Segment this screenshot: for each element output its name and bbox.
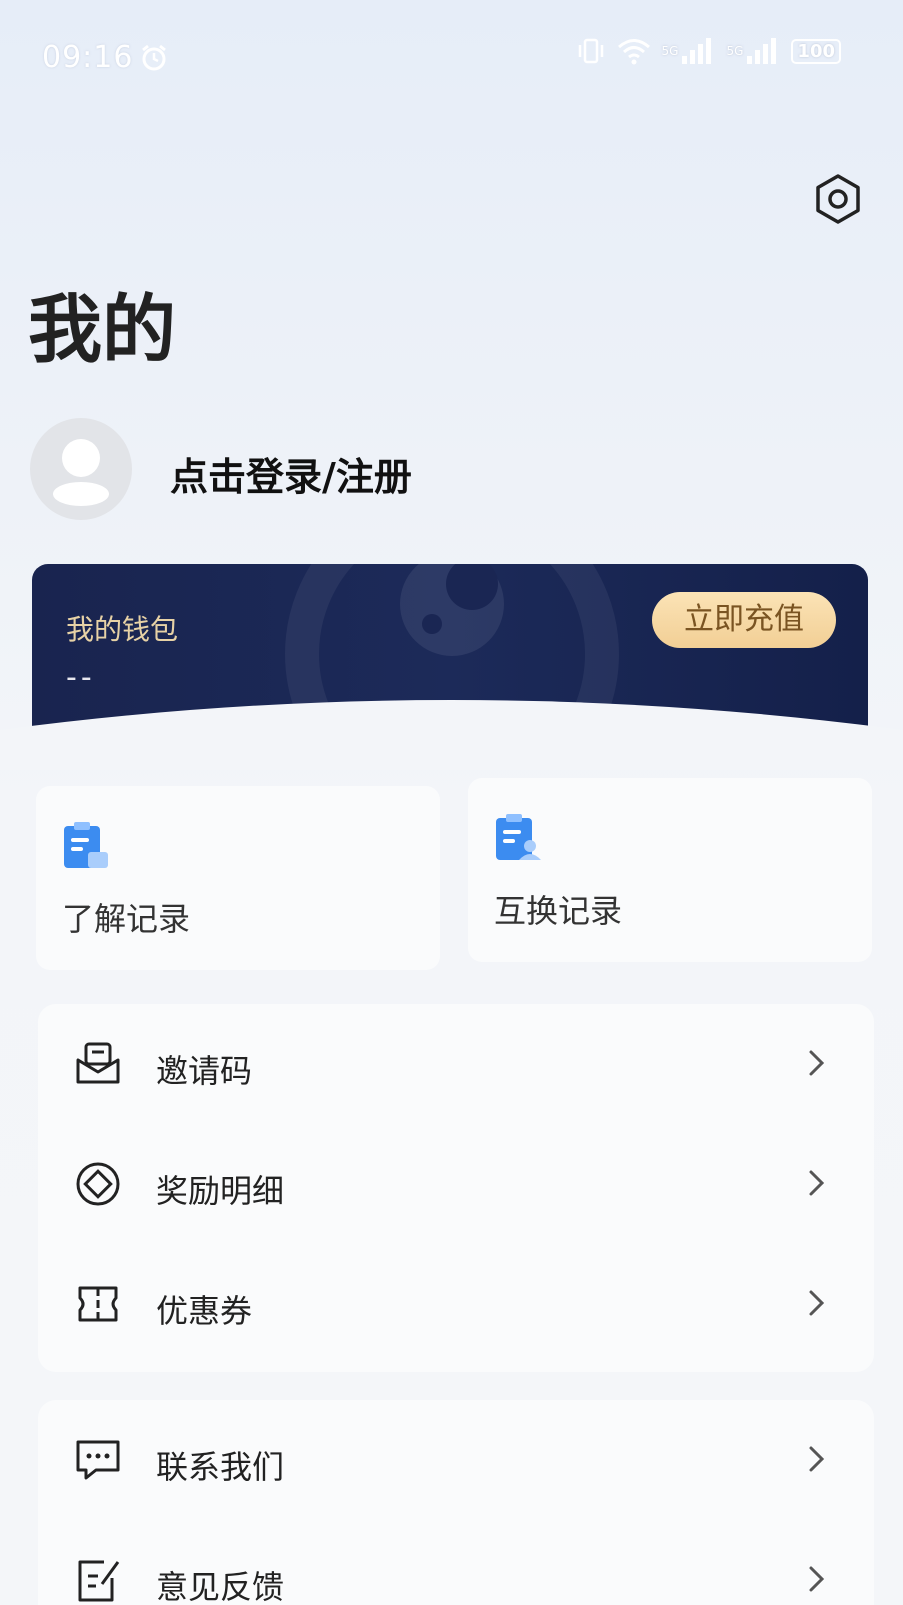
battery-icon: 100 xyxy=(791,38,841,64)
page-title: 我的 xyxy=(28,287,176,373)
ticket-icon xyxy=(78,1286,118,1322)
wifi-icon xyxy=(617,39,650,65)
mine-page: 09:16 5G 5G 100 我的 点击登录/注册 我的钱包 -- 立即充值 … xyxy=(0,0,903,1605)
list-item-label: 奖励明细 xyxy=(156,1172,285,1210)
user-placeholder-icon xyxy=(53,439,109,506)
chevron-right-icon xyxy=(809,1566,825,1592)
chevron-right-icon xyxy=(809,1050,825,1076)
settings-icon[interactable] xyxy=(812,173,864,225)
alarm-icon xyxy=(142,44,166,71)
signal-icon xyxy=(747,38,777,64)
list-item-label: 邀请码 xyxy=(156,1052,253,1090)
document-icon xyxy=(64,822,108,868)
menu-group-account: 邀请码 奖励明细 优惠券 xyxy=(38,1004,874,1372)
vibrate-icon xyxy=(578,38,603,64)
status-time: 09:16 xyxy=(42,40,134,75)
status-icons: 5G 5G 100 xyxy=(576,36,841,66)
exchange-records-card[interactable]: 互换记录 xyxy=(468,778,872,962)
recharge-button[interactable]: 立即充值 xyxy=(652,592,836,648)
list-item-contact-us[interactable]: 联系我们 xyxy=(38,1404,874,1524)
list-item-feedback[interactable]: 意见反馈 xyxy=(38,1524,874,1605)
chevron-right-icon xyxy=(809,1446,825,1472)
signal-icon xyxy=(682,38,712,64)
edit-icon xyxy=(78,1560,120,1602)
document-user-icon xyxy=(496,814,541,860)
chat-bubble-icon xyxy=(76,1440,120,1480)
wallet-curve-divider xyxy=(0,700,903,770)
list-item-reward-details[interactable]: 奖励明细 xyxy=(38,1128,874,1248)
exchange-records-label: 互换记录 xyxy=(494,892,623,930)
chevron-right-icon xyxy=(809,1170,825,1196)
avatar[interactable] xyxy=(30,418,132,520)
status-bar: 09:16 5G 5G 100 xyxy=(0,0,903,120)
learn-records-label: 了解记录 xyxy=(62,900,191,938)
envelope-icon xyxy=(76,1042,120,1084)
signal-2-label: 5G xyxy=(726,44,744,58)
list-item-invite-code[interactable]: 邀请码 xyxy=(38,1008,874,1128)
wallet-label: 我的钱包 xyxy=(66,613,179,646)
learn-records-card[interactable]: 了解记录 xyxy=(36,786,440,970)
chevron-right-icon xyxy=(809,1290,825,1316)
list-item-label: 联系我们 xyxy=(156,1448,285,1486)
signal-1-label: 5G xyxy=(661,44,679,58)
menu-group-support: 联系我们 意见反馈 xyxy=(38,1400,874,1605)
list-item-label: 意见反馈 xyxy=(156,1568,285,1605)
list-item-label: 优惠券 xyxy=(156,1292,253,1330)
list-item-coupons[interactable]: 优惠券 xyxy=(38,1248,874,1368)
login-register-link[interactable]: 点击登录/注册 xyxy=(170,446,412,501)
diamond-circle-icon xyxy=(76,1162,120,1206)
